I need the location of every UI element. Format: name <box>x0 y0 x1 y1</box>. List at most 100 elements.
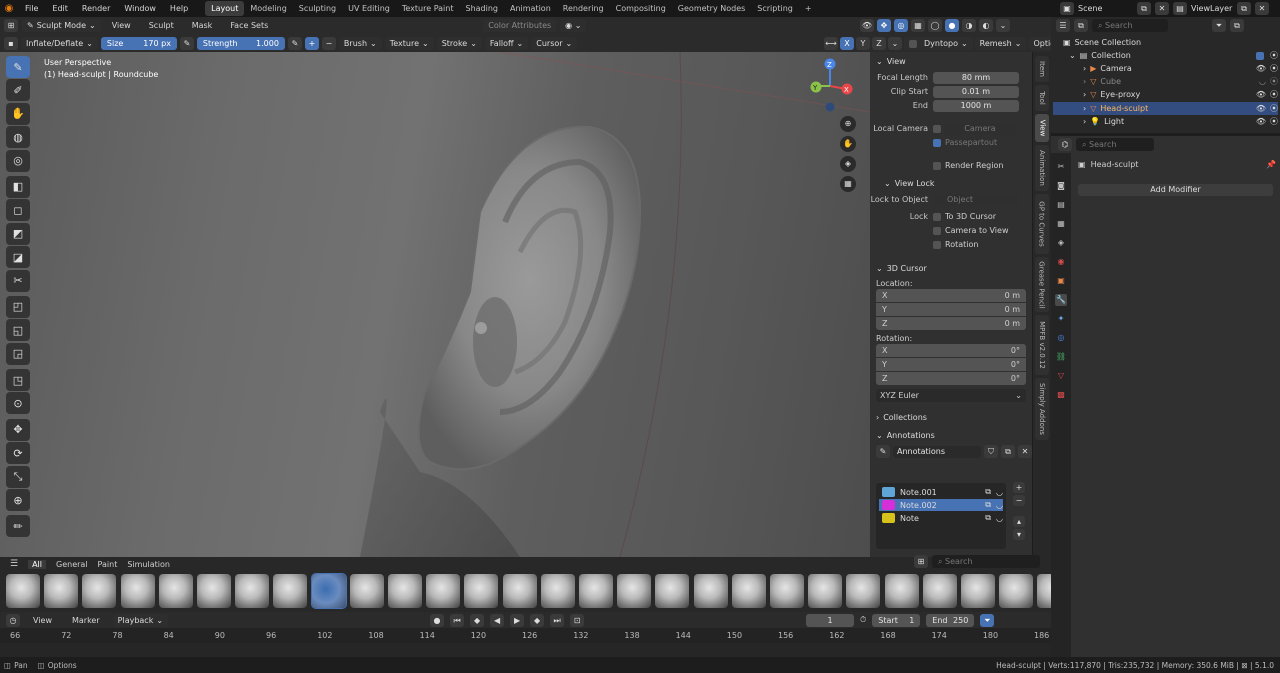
tab-geometry-nodes[interactable]: Geometry Nodes <box>672 1 751 16</box>
onion-skin-icon[interactable]: ⧉ <box>985 513 991 523</box>
brush-menu[interactable]: Brush ⌄ <box>338 36 382 50</box>
outliner-item-eye-proxy[interactable]: › ▽ Eye-proxy 👁 ⦿ <box>1053 88 1278 101</box>
strength-field[interactable]: Strength 1.000 <box>196 36 285 50</box>
brush-asset-tile[interactable] <box>617 574 652 608</box>
rotation-mode-dropdown[interactable]: XYZ Euler ⌄ <box>876 389 1026 402</box>
menu-edit[interactable]: Edit <box>45 4 75 13</box>
cursor-rotation-z-field[interactable]: Z 0° <box>876 372 1026 385</box>
outliner-collection[interactable]: ⌄ ▤ Collection ⦿ <box>1053 49 1278 62</box>
prev-keyframe-icon[interactable]: ◆ <box>470 613 485 627</box>
edit-face-set-tool[interactable]: ◳ <box>6 369 30 392</box>
brush-dropdown[interactable]: Inflate/Deflate ⌄ <box>21 36 98 50</box>
eye-icon[interactable]: 👁 <box>1256 117 1266 126</box>
visibility-eye-icon[interactable]: ◡ <box>996 501 1003 510</box>
box-mask-tool[interactable]: ◧ <box>6 175 30 198</box>
direction-subtract-button[interactable]: − <box>321 36 336 50</box>
timeline-options-icon[interactable]: ⏷ <box>980 613 995 627</box>
tab-compositing[interactable]: Compositing <box>610 1 672 16</box>
fake-user-shield-icon[interactable]: ⛉ <box>984 445 998 458</box>
play-icon[interactable]: ▶ <box>510 613 525 627</box>
outliner-item-head-sculpt[interactable]: › ▽ Head-sculpt 👁 ⦿ <box>1053 102 1278 115</box>
tab-animation[interactable]: Animation <box>504 1 557 16</box>
constraints-tab-icon[interactable]: ⛓ <box>1055 351 1067 363</box>
ortho-grid-icon[interactable]: ▦ <box>840 176 856 192</box>
cursor-location-z-field[interactable]: Z 0 m <box>876 317 1026 330</box>
clip-start-field[interactable]: 0.01 m <box>933 85 1019 98</box>
local-camera-field[interactable]: Camera <box>945 122 1015 135</box>
unlink-annotation-icon[interactable]: ✕ <box>1018 445 1032 458</box>
render-icon[interactable]: ⦿ <box>1270 116 1278 127</box>
brush-asset-tile[interactable] <box>273 574 308 608</box>
brush-asset-tile[interactable] <box>999 574 1034 608</box>
onion-skin-icon[interactable]: ⧉ <box>985 487 991 497</box>
cursor-location-x-field[interactable]: X 0 m <box>876 289 1026 302</box>
render-region-checkbox[interactable] <box>933 161 941 170</box>
brush-asset-tile[interactable] <box>808 574 843 608</box>
cloth-filter-tool[interactable]: ◱ <box>6 319 30 342</box>
physics-tab-icon[interactable]: ◎ <box>1055 332 1067 344</box>
scene-icon[interactable]: ▣ <box>1060 2 1074 15</box>
brush-asset-tile[interactable] <box>349 574 384 608</box>
pin-icon[interactable]: 📌 <box>1266 160 1276 169</box>
tab-sculpting[interactable]: Sculpting <box>293 1 342 16</box>
jump-start-icon[interactable]: ⏮ <box>450 613 465 627</box>
collections-section-header[interactable]: › Collections <box>870 410 1032 426</box>
face-set-tool[interactable]: ◍ <box>6 126 30 149</box>
annotation-type-icon[interactable]: ✎ <box>876 445 890 458</box>
pan-hand-icon[interactable]: ✋ <box>840 136 856 152</box>
tab-layout[interactable]: Layout <box>205 1 245 16</box>
tab-simply-addons[interactable]: Simply Addons <box>1035 378 1049 440</box>
box-face-set-tool[interactable]: ◩ <box>6 222 30 245</box>
asset-search-input[interactable]: ⌕ Search <box>932 555 1040 568</box>
texture-menu[interactable]: Texture ⌄ <box>384 36 434 50</box>
smooth-tool[interactable]: ◎ <box>6 149 30 172</box>
3d-viewport[interactable]: User Perspective (1) Head-sculpt | Round… <box>0 52 870 557</box>
color-attributes-dropdown[interactable]: Color Attributes <box>483 19 557 32</box>
brush-asset-tile[interactable] <box>388 574 422 608</box>
brush-asset-tile[interactable] <box>426 574 461 608</box>
camera-to-view-checkbox[interactable] <box>933 226 941 235</box>
outliner-scene-collection[interactable]: ▣ Scene Collection <box>1053 36 1278 49</box>
modifier-tab-icon[interactable]: 🔧 <box>1055 294 1067 306</box>
editor-type-icon[interactable]: ⊞ <box>4 19 18 32</box>
brush-asset-tile[interactable] <box>655 574 690 608</box>
brush-asset-tile[interactable] <box>82 574 117 608</box>
symmetry-y-toggle[interactable]: Y <box>856 37 870 50</box>
onion-skin-icon[interactable]: ⧉ <box>985 500 991 510</box>
rotation-lock-checkbox[interactable] <box>933 240 941 249</box>
tab-view[interactable]: View <box>1035 114 1049 142</box>
mesh-filter-tool[interactable]: ◰ <box>6 295 30 318</box>
eye-icon[interactable]: 👁 <box>1256 64 1266 73</box>
annotations-section-header[interactable]: ⌄ Annotations <box>870 428 1032 444</box>
menu-sculpt[interactable]: Sculpt <box>142 21 181 30</box>
brush-asset-tile[interactable] <box>540 574 575 608</box>
render-icon[interactable]: ⦿ <box>1270 63 1278 74</box>
menu-file[interactable]: File <box>18 4 45 13</box>
delete-scene-icon[interactable]: ✕ <box>1155 2 1169 15</box>
display-settings-icon[interactable]: ⊞ <box>914 555 928 568</box>
mask-by-color-tool[interactable]: ⊙ <box>6 392 30 415</box>
outliner-display-mode-icon[interactable]: ⧉ <box>1074 19 1088 32</box>
hamburger-menu-icon[interactable]: ☰ <box>10 559 18 569</box>
mask-brush-tool[interactable]: ✋ <box>6 102 30 125</box>
camera-restrict-icon[interactable]: ⦿ <box>1270 50 1278 61</box>
scale-tool[interactable]: ⤡ <box>6 465 30 488</box>
outliner-editor-type-icon[interactable]: ☰ <box>1056 19 1070 32</box>
outliner-item-light[interactable]: › 💡 Light 👁 ⦿ <box>1053 115 1278 128</box>
hidden-eye-icon[interactable]: ◡ <box>1259 77 1266 86</box>
current-frame-field[interactable]: 1 <box>806 613 855 627</box>
brush-asset-tile[interactable] <box>120 574 155 608</box>
tab-modeling[interactable]: Modeling <box>244 1 292 16</box>
brush-asset-tile[interactable] <box>158 574 193 608</box>
shading-wireframe-icon[interactable]: ◯ <box>928 19 942 32</box>
shading-option-dropdown[interactable]: ◉ ⌄ <box>560 19 587 32</box>
add-layer-icon[interactable]: + <box>1013 482 1025 493</box>
symmetry-options-icon[interactable]: ⌄ <box>888 37 902 50</box>
brush-asset-tile[interactable] <box>961 574 995 608</box>
shading-rendered-icon[interactable]: ◐ <box>979 19 993 32</box>
brush-asset-tile[interactable] <box>6 574 40 608</box>
symmetry-x-toggle[interactable]: X <box>840 37 854 50</box>
asset-tab-general[interactable]: General <box>56 560 88 569</box>
next-keyframe-icon[interactable]: ◆ <box>530 613 545 627</box>
remove-layer-icon[interactable]: − <box>1013 495 1025 506</box>
